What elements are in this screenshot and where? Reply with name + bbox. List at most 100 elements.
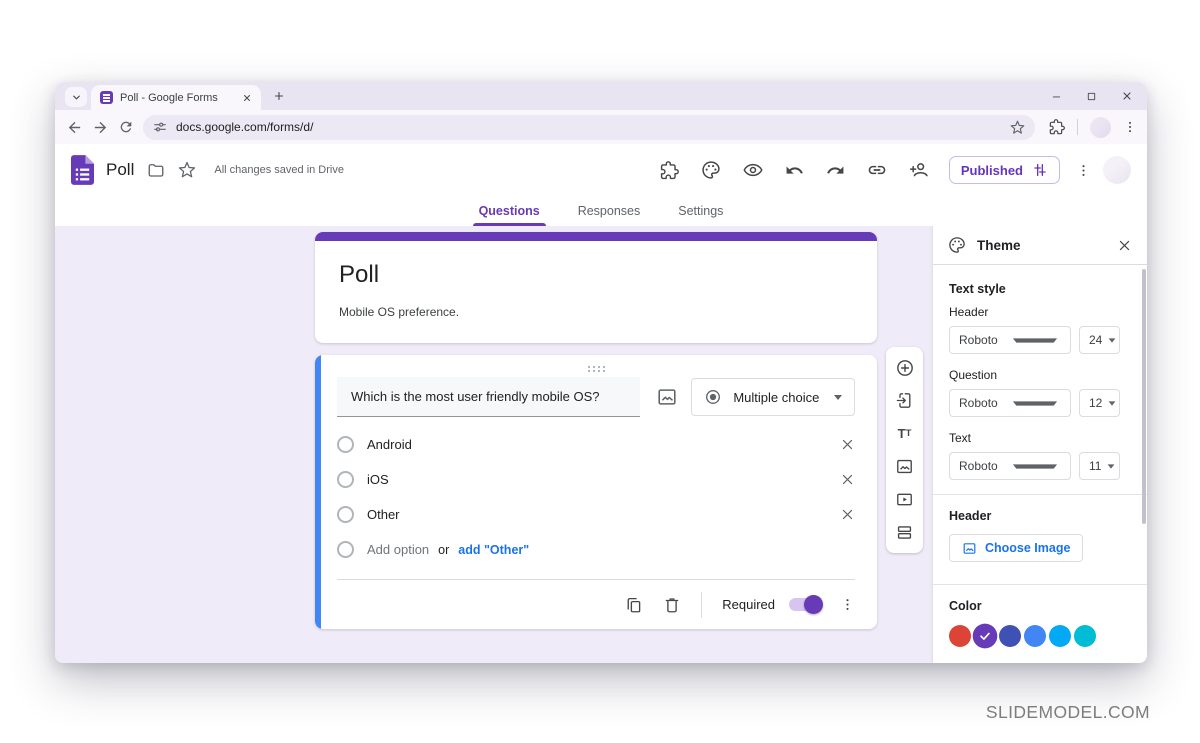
new-tab-button[interactable]	[269, 86, 289, 106]
color-swatch-purple[interactable]	[973, 624, 998, 649]
close-panel-icon[interactable]	[1117, 238, 1132, 253]
extensions-icon[interactable]	[1049, 119, 1065, 135]
color-swatch-red[interactable]	[949, 625, 971, 647]
more-options-icon[interactable]	[1076, 163, 1091, 178]
delete-icon[interactable]	[663, 596, 681, 614]
add-other-link[interactable]: add "Other"	[458, 543, 529, 557]
browser-menu-icon[interactable]	[1123, 120, 1137, 134]
minimize-icon[interactable]	[1051, 91, 1062, 102]
question-type-dropdown[interactable]: Multiple choice	[691, 378, 855, 416]
back-icon[interactable]	[65, 118, 83, 136]
chevron-down-icon	[1013, 464, 1057, 468]
remove-option-icon[interactable]	[840, 472, 855, 487]
page: Poll - Google Forms docs.google.com/form…	[0, 0, 1200, 743]
radio-icon[interactable]	[337, 506, 354, 523]
required-toggle[interactable]	[789, 598, 820, 611]
move-folder-icon[interactable]	[147, 161, 165, 179]
question-more-icon[interactable]	[840, 597, 855, 612]
add-ons-icon[interactable]	[660, 161, 679, 180]
forward-icon[interactable]	[91, 118, 109, 136]
copy-link-icon[interactable]	[867, 160, 887, 180]
preview-eye-icon[interactable]	[743, 160, 763, 180]
question-size-select[interactable]: 12	[1079, 389, 1120, 417]
site-settings-icon[interactable]	[153, 120, 167, 134]
radio-icon[interactable]	[337, 471, 354, 488]
address-bar[interactable]: docs.google.com/forms/d/	[143, 115, 1035, 140]
header-section-heading: Header	[949, 509, 1131, 523]
question-text-input[interactable]: Which is the most user friendly mobile O…	[337, 377, 640, 417]
color-swatch-blue[interactable]	[1024, 625, 1046, 647]
color-swatch-light-blue[interactable]	[1049, 625, 1071, 647]
choose-image-button[interactable]: Choose Image	[949, 534, 1083, 562]
tab-close-icon[interactable]	[242, 93, 252, 103]
color-swatch-indigo[interactable]	[999, 625, 1021, 647]
question-font-select[interactable]: Roboto	[949, 389, 1071, 417]
add-option-button[interactable]: Add option	[367, 542, 429, 557]
form-description[interactable]: Mobile OS preference.	[339, 305, 853, 319]
account-avatar[interactable]	[1103, 156, 1131, 184]
color-swatch-teal[interactable]	[1074, 625, 1096, 647]
text-font-select[interactable]: Roboto	[949, 452, 1071, 480]
color-swatches	[949, 625, 1131, 647]
remove-option-icon[interactable]	[840, 507, 855, 522]
watermark-text: SLIDEMODEL.COM	[986, 702, 1150, 723]
profile-avatar[interactable]	[1090, 117, 1111, 138]
customize-theme-icon[interactable]	[701, 160, 721, 180]
theme-panel-header: Theme	[933, 226, 1147, 265]
question-footer: Required	[337, 579, 855, 629]
tab-responses[interactable]: Responses	[564, 196, 655, 226]
maximize-icon[interactable]	[1086, 91, 1097, 102]
tab-settings[interactable]: Settings	[664, 196, 737, 226]
option-row: Android	[337, 427, 855, 462]
add-option-row: Add option or add "Other"	[337, 532, 855, 567]
image-icon	[962, 541, 977, 556]
panel-scrollbar[interactable]	[1142, 269, 1146, 524]
question-type-label: Multiple choice	[733, 390, 823, 405]
google-forms-logo[interactable]	[71, 155, 94, 185]
form-title[interactable]: Poll	[339, 261, 853, 289]
theme-panel-body: Text style Header Roboto 24 Question Rob…	[933, 265, 1147, 647]
text-style-heading: Text style	[949, 282, 1131, 296]
share-person-add-icon[interactable]	[909, 160, 929, 180]
add-video-icon[interactable]	[895, 490, 914, 509]
radio-icon[interactable]	[337, 436, 354, 453]
option-label[interactable]: Other	[367, 507, 400, 522]
undo-icon[interactable]	[785, 161, 804, 180]
star-icon[interactable]	[178, 161, 196, 179]
option-label[interactable]: Android	[367, 437, 412, 452]
chevron-down-icon	[1109, 338, 1116, 342]
reload-icon[interactable]	[117, 118, 135, 136]
option-label[interactable]: iOS	[367, 472, 389, 487]
duplicate-icon[interactable]	[625, 596, 643, 614]
add-image-icon[interactable]	[655, 385, 678, 409]
published-label: Published	[961, 163, 1023, 178]
publish-settings-icon	[1032, 162, 1048, 178]
add-image-icon[interactable]	[895, 457, 914, 476]
save-status: All changes saved in Drive	[214, 164, 344, 176]
theme-accent-bar	[315, 232, 877, 241]
form-canvas: Poll Mobile OS preference. Which is the …	[55, 226, 1147, 663]
form-section-tabs: Questions Responses Settings	[55, 196, 1147, 226]
browser-tab[interactable]: Poll - Google Forms	[91, 85, 261, 110]
add-title-text-icon[interactable]: TT	[898, 424, 912, 443]
import-questions-icon[interactable]	[895, 391, 914, 410]
document-title[interactable]: Poll	[106, 160, 134, 180]
bookmark-star-icon[interactable]	[1010, 120, 1025, 135]
close-icon[interactable]	[1121, 90, 1133, 102]
redo-icon[interactable]	[826, 161, 845, 180]
check-icon	[978, 629, 991, 642]
header-font-select[interactable]: Roboto	[949, 326, 1071, 354]
chevron-down-icon	[1108, 464, 1115, 468]
remove-option-icon[interactable]	[840, 437, 855, 452]
text-size-select[interactable]: 11	[1079, 452, 1120, 480]
add-question-icon[interactable]	[895, 358, 915, 377]
chevron-down-icon	[834, 395, 842, 400]
chevron-down-icon	[1013, 401, 1057, 405]
header-size-select[interactable]: 24	[1079, 326, 1120, 354]
window-controls	[1051, 87, 1133, 105]
tab-questions[interactable]: Questions	[465, 196, 554, 226]
drag-handle[interactable]	[337, 363, 855, 375]
tab-search-button[interactable]	[65, 87, 87, 107]
published-button[interactable]: Published	[949, 156, 1060, 184]
add-section-icon[interactable]	[895, 523, 914, 542]
